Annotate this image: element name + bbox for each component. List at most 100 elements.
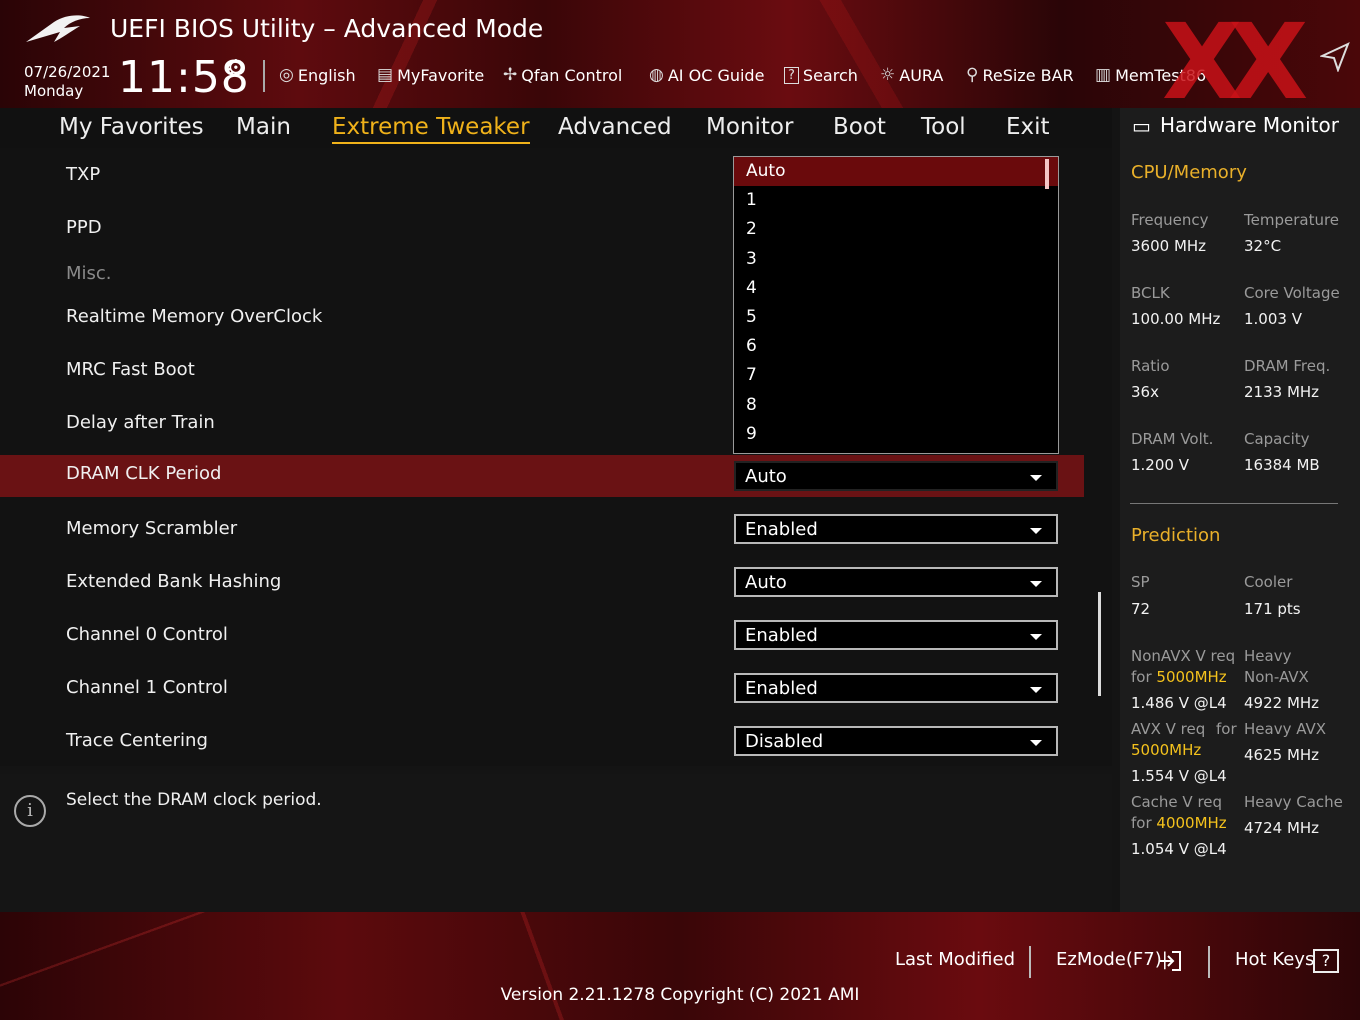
capacity-label: Capacity [1244,430,1310,448]
qfan-control-button[interactable]: ✢ Qfan Control [503,64,622,86]
exit-arrow-icon[interactable] [1158,950,1182,972]
channel-0-control-select[interactable]: Enabled [734,620,1058,650]
dropdown-option-auto[interactable]: Auto [734,157,1058,187]
language-button[interactable]: ◎ English [279,64,356,86]
ai-oc-icon: ◍ [649,65,664,85]
date-display: 07/26/2021 [24,63,111,81]
memory-scrambler-select[interactable]: Enabled [734,514,1058,544]
heavy-avx-label: Heavy AVX [1244,720,1327,738]
day-display: Monday [24,82,84,100]
temperature-label: Temperature [1244,211,1340,229]
dram-clk-period-select[interactable]: Auto [734,461,1058,491]
dropdown-option-1[interactable]: 1 [734,186,1058,215]
last-modified-button[interactable]: Last Modified [895,949,1015,970]
hardware-monitor-title: Hardware Monitor [1160,113,1339,137]
globe-icon: ◎ [279,65,294,85]
chevron-down-icon [1030,581,1042,587]
cache-frequency: 4000MHz [1156,814,1227,832]
resize-bar-button[interactable]: ⚲ ReSize BAR [966,64,1074,86]
frequency-label: Frequency [1131,211,1209,229]
dropdown-option-7[interactable]: 7 [734,361,1058,390]
ezmode-button[interactable]: EzMode(F7)| [1056,949,1168,970]
dropdown-option-2[interactable]: 2 [734,215,1058,244]
ai-oc-guide-button[interactable]: ◍ AI OC Guide [649,64,764,86]
myfavorite-button[interactable]: ▤ MyFavorite [377,64,484,86]
core-voltage-label: Core Voltage [1244,284,1340,302]
setting-label: DRAM CLK Period [66,463,222,484]
dropdown-option-4[interactable]: 4 [734,274,1058,303]
hw-monitor-divider [1130,503,1338,504]
heavy-cache-value: 4724 MHz [1244,819,1320,837]
dropdown-option-9[interactable]: 9 [734,420,1058,449]
resize-bar-icon: ⚲ [966,65,979,85]
monitor-icon: ▭ [1132,114,1151,138]
cache-vreq-label-for: for 4000MHz [1131,814,1227,832]
tab-extreme-tweaker[interactable]: Extreme Tweaker [332,114,530,144]
cache-vreq-label: Cache V req [1131,793,1223,811]
hot-keys-button[interactable]: Hot Keys [1235,949,1314,970]
nonavx-vreq-label-for: for 5000MHz [1131,668,1227,686]
footer-divider [1029,946,1031,978]
select-value: Auto [745,572,787,593]
setting-label: PPD [66,217,102,238]
tab-main[interactable]: Main [236,114,291,140]
search-icon: ? [784,66,799,84]
avx-vreq-value: 1.554 V @L4 [1131,767,1227,785]
heavy-cache-label: Heavy Cache [1244,793,1343,811]
cpu-memory-heading: CPU/Memory [1131,162,1247,183]
help-question-icon[interactable]: ? [1313,949,1339,973]
tab-monitor[interactable]: Monitor [706,114,793,140]
watermark-logo: XX [1162,1,1308,108]
heavy-avx-value: 4625 MHz [1244,746,1320,764]
setting-label: Delay after Train [66,412,215,433]
resize-bar-label: ReSize BAR [982,65,1074,85]
extended-bank-hashing-select[interactable]: Auto [734,567,1058,597]
settings-scrollbar[interactable] [1098,592,1101,696]
sp-label: SP [1131,573,1150,591]
chevron-down-icon [1030,634,1042,640]
aura-button[interactable]: ☼ AURA [880,64,943,86]
chevron-down-icon [1030,475,1042,481]
cache-vreq-value: 1.054 V @L4 [1131,840,1227,858]
version-text: Version 2.21.1278 Copyright (C) 2021 AMI [500,985,860,1005]
dropdown-option-3[interactable]: 3 [734,245,1058,274]
tab-exit[interactable]: Exit [1006,114,1050,140]
select-value: Disabled [745,731,824,752]
fan-icon: ✢ [503,65,518,85]
tab-tool[interactable]: Tool [921,114,966,140]
aura-label: AURA [899,65,944,85]
main-menu-tabs: My Favorites Main Extreme Tweaker Advanc… [0,108,1112,148]
clock-settings-icon[interactable]: ⚙ [226,56,246,81]
dropdown-option-8[interactable]: 8 [734,391,1058,420]
cooler-label: Cooler [1244,573,1293,591]
capacity-value: 16384 MB [1244,456,1320,474]
dram-freq-label: DRAM Freq. [1244,357,1331,375]
footer-divider [1208,946,1210,978]
setting-label: Trace Centering [66,730,208,751]
info-icon: i [14,795,46,827]
dropdown-option-5[interactable]: 5 [734,303,1058,332]
temperature-value: 32°C [1244,237,1282,255]
channel-1-control-select[interactable]: Enabled [734,673,1058,703]
nonavx-vreq-label: NonAVX V req [1131,647,1236,665]
tab-boot[interactable]: Boot [833,114,886,140]
tab-my-favorites[interactable]: My Favorites [59,114,204,140]
trace-centering-select[interactable]: Disabled [734,726,1058,756]
setting-label: Extended Bank Hashing [66,571,282,592]
search-button[interactable]: ? Search [784,64,858,86]
cooler-value: 171 pts [1244,600,1301,618]
nonavx-vreq-value: 1.486 V @L4 [1131,694,1227,712]
myfavorite-label: MyFavorite [397,65,485,85]
select-value: Enabled [745,625,818,646]
app-title: UEFI BIOS Utility – Advanced Mode [110,14,544,43]
dram-freq-value: 2133 MHz [1244,383,1320,401]
tab-advanced[interactable]: Advanced [558,114,672,140]
heavy-nonavx-label: Heavy [1244,647,1292,665]
chevron-down-icon [1030,528,1042,534]
setting-label: Channel 1 Control [66,677,228,698]
bclk-label: BCLK [1131,284,1170,302]
dropdown-option-6[interactable]: 6 [734,332,1058,361]
frequency-value: 3600 MHz [1131,237,1207,255]
dram-clk-period-dropdown-list[interactable]: Auto 1 2 3 4 5 6 7 8 9 [733,156,1059,454]
dropdown-scrollbar[interactable] [1045,159,1049,189]
